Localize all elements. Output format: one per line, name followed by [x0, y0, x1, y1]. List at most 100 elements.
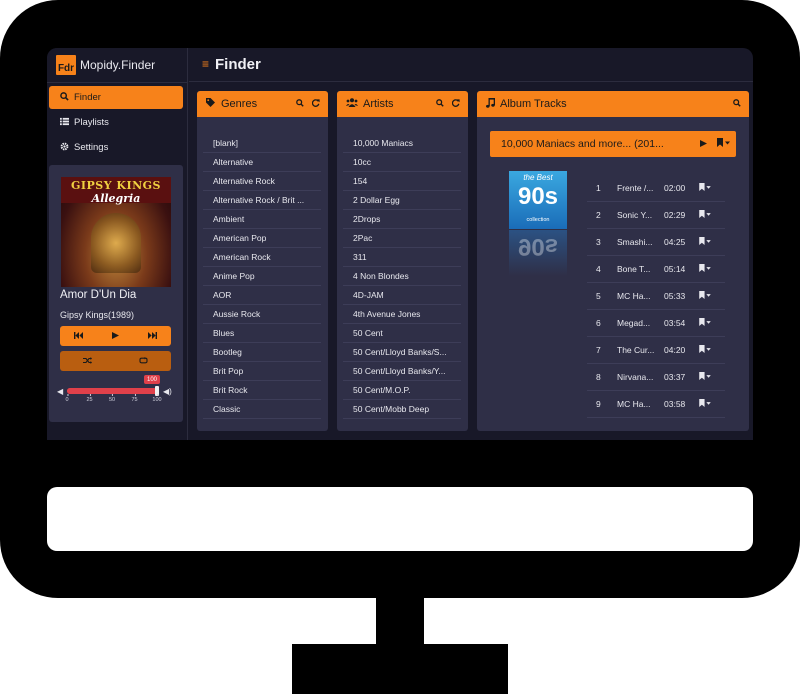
list-item[interactable]: 4th Avenue Jones [343, 305, 461, 324]
list-item[interactable]: 154 [343, 172, 461, 191]
list-item[interactable]: 50 Cent/Lloyd Banks/Y... [343, 362, 461, 381]
list-item[interactable]: Alternative [203, 153, 321, 172]
track-name: The Cur... [617, 345, 655, 355]
brand-name: Mopidy.Finder [80, 58, 156, 72]
music-note-icon [486, 97, 495, 111]
mode-controls [60, 351, 171, 371]
list-item[interactable]: Alternative Rock [203, 172, 321, 191]
header-divider [189, 81, 753, 82]
list-item[interactable]: 10,000 Maniacs [343, 134, 461, 153]
list-item[interactable]: Anime Pop [203, 267, 321, 286]
sidebar-item-settings[interactable]: Settings [49, 136, 183, 159]
volume-down-icon[interactable]: ◀ [57, 387, 63, 396]
now-playing-title: Amor D'Un Dia [60, 289, 137, 301]
menu-icon[interactable]: ≡ [202, 57, 209, 71]
list-item[interactable]: Classic [203, 400, 321, 419]
sidebar-item-playlists[interactable]: Playlists [49, 111, 183, 134]
list-item[interactable]: Alternative Rock / Brit ... [203, 191, 321, 210]
shuffle-button[interactable] [60, 351, 116, 371]
list-item[interactable]: 311 [343, 248, 461, 267]
list-item[interactable]: Blues [203, 324, 321, 343]
list-item[interactable]: 4D-JAM [343, 286, 461, 305]
genres-panel: Genres [blank] Alternative Alternative R… [197, 91, 328, 431]
table-row[interactable]: 8 Nirvana... 03:37 [587, 364, 725, 391]
list-item[interactable]: 2Pac [343, 229, 461, 248]
bookmark-dropdown-icon[interactable] [699, 372, 711, 382]
list-item[interactable]: 50 Cent/M.O.P. [343, 381, 461, 400]
playback-controls [60, 326, 171, 346]
sidebar-nav: Finder Playlists Settings [49, 86, 183, 161]
refresh-icon[interactable] [451, 99, 460, 109]
play-icon [700, 138, 707, 150]
list-item[interactable]: Ambient [203, 210, 321, 229]
bookmark-dropdown-icon[interactable] [699, 399, 711, 409]
cover-text-main: 90s [517, 183, 559, 210]
player-panel: GIPSY KINGS Allegria Amor D'Un Dia Gipsy… [49, 165, 183, 422]
list-item[interactable]: Bootleg [203, 343, 321, 362]
gear-icon [60, 142, 74, 153]
previous-button[interactable] [60, 326, 97, 346]
list-item[interactable]: AOR [203, 286, 321, 305]
repeat-button[interactable] [116, 351, 172, 371]
bookmark-dropdown-icon[interactable] [699, 210, 711, 220]
track-duration: 04:25 [664, 237, 686, 247]
track-number: 9 [596, 399, 601, 409]
play-button[interactable] [97, 326, 134, 346]
list-item[interactable]: 2 Dollar Egg [343, 191, 461, 210]
list-item[interactable]: 50 Cent [343, 324, 461, 343]
monitor-stand-base [292, 644, 508, 694]
track-name: Smashi... [617, 237, 653, 247]
page-title-text: Finder [215, 55, 261, 73]
track-name: Bone T... [617, 264, 651, 274]
bookmark-dropdown-icon[interactable] [699, 291, 711, 301]
volume-ticks: 0 25 50 75 100 [65, 394, 162, 407]
table-row[interactable]: 9 MC Ha... 03:58 [587, 391, 725, 418]
list-item[interactable]: Aussie Rock [203, 305, 321, 324]
track-list: 1 Frente /... 02:00 2 Sonic Y... 02:29 3… [587, 175, 725, 418]
table-row[interactable]: 5 MC Ha... 05:33 [587, 283, 725, 310]
sidebar: Fdr Mopidy.Finder Finder Playlists Setti… [47, 48, 188, 440]
track-name: MC Ha... [617, 291, 651, 301]
table-row[interactable]: 2 Sonic Y... 02:29 [587, 202, 725, 229]
track-number: 6 [596, 318, 601, 328]
list-item[interactable]: 10cc [343, 153, 461, 172]
list-item[interactable]: American Rock [203, 248, 321, 267]
brand[interactable]: Fdr Mopidy.Finder [56, 55, 155, 75]
volume-up-icon[interactable]: ◀) [163, 387, 172, 396]
play-icon [112, 331, 119, 341]
list-item[interactable]: 4 Non Blondes [343, 267, 461, 286]
refresh-icon[interactable] [311, 99, 320, 109]
list-item[interactable]: Brit Rock [203, 381, 321, 400]
list-item[interactable]: American Pop [203, 229, 321, 248]
sidebar-item-finder[interactable]: Finder [49, 86, 183, 109]
list-item[interactable]: [blank] [203, 134, 321, 153]
bookmark-dropdown-icon[interactable] [699, 237, 711, 247]
list-item[interactable]: 50 Cent/Lloyd Banks/S... [343, 343, 461, 362]
list-item[interactable]: 50 Cent/Mobb Deep [343, 400, 461, 419]
list-item[interactable]: Brit Pop [203, 362, 321, 381]
bookmark-dropdown-icon[interactable] [699, 264, 711, 274]
add-to-playlist-dropdown[interactable] [717, 138, 730, 150]
table-row[interactable]: 3 Smashi... 04:25 [587, 229, 725, 256]
play-album-button[interactable] [700, 138, 707, 150]
table-row[interactable]: 7 The Cur... 04:20 [587, 337, 725, 364]
repeat-icon [139, 356, 148, 366]
track-name: Nirvana... [617, 372, 654, 382]
album-header[interactable]: 10,000 Maniacs and more... (201... [490, 131, 736, 157]
bookmark-dropdown-icon[interactable] [699, 183, 711, 193]
table-row[interactable]: 4 Bone T... 05:14 [587, 256, 725, 283]
next-button[interactable] [134, 326, 171, 346]
search-icon[interactable] [296, 99, 304, 109]
track-duration: 05:33 [664, 291, 686, 301]
table-row[interactable]: 6 Megad... 03:54 [587, 310, 725, 337]
artists-list: 10,000 Maniacs 10cc 154 2 Dollar Egg 2Dr… [343, 134, 461, 419]
sidebar-item-label: Finder [74, 92, 101, 103]
table-row[interactable]: 1 Frente /... 02:00 [587, 175, 725, 202]
skip-back-icon [74, 331, 83, 341]
album-artwork: the Best 90s collection [509, 171, 567, 229]
search-icon[interactable] [436, 99, 444, 109]
search-icon[interactable] [733, 99, 741, 109]
list-item[interactable]: 2Drops [343, 210, 461, 229]
bookmark-dropdown-icon[interactable] [699, 318, 711, 328]
bookmark-dropdown-icon[interactable] [699, 345, 711, 355]
